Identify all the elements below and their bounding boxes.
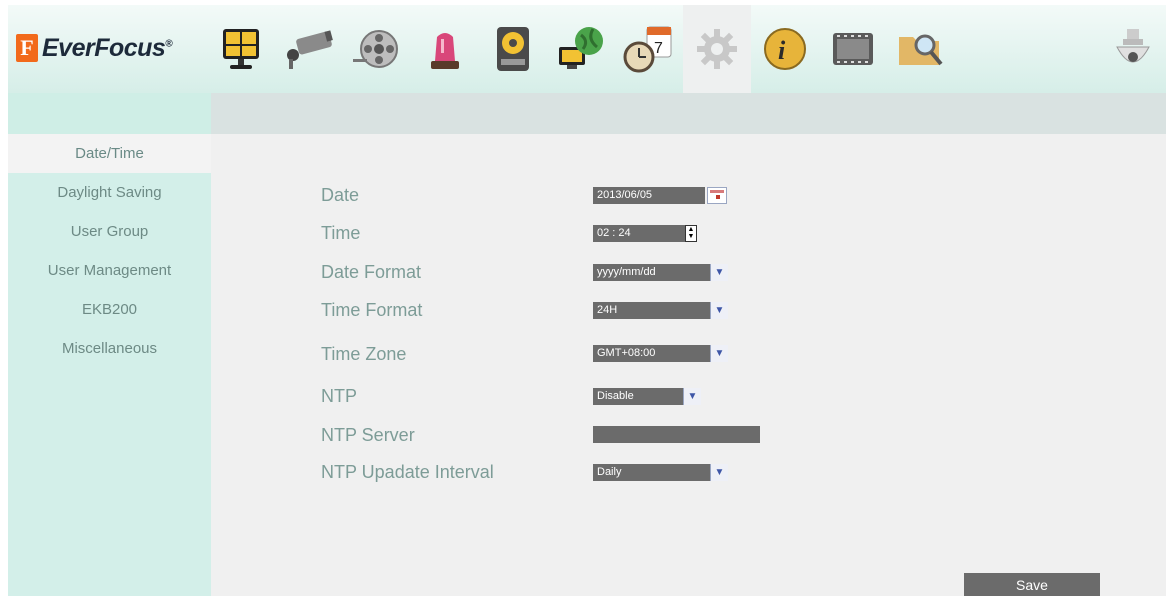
time-label: Time (321, 223, 361, 243)
calendar-icon[interactable] (707, 187, 727, 204)
registered-mark: ® (165, 38, 173, 50)
alarm-light-icon[interactable] (411, 5, 479, 93)
chevron-down-icon[interactable]: ▼ (710, 464, 728, 481)
time-zone-label: Time Zone (321, 344, 407, 364)
logo-text: EverFocus® (42, 33, 173, 63)
top-toolbar: F EverFocus® 7 i (8, 5, 1166, 94)
date-format-label: Date Format (321, 262, 422, 282)
chevron-down-icon[interactable]: ▼ (710, 302, 728, 319)
sidebar-item-miscellaneous[interactable]: Miscellaneous (8, 329, 211, 368)
film-reel-icon[interactable] (343, 5, 411, 93)
logo-mark: F (16, 34, 38, 62)
save-button[interactable]: Save (964, 573, 1100, 596)
time-spinner-icon[interactable]: ▲ ▼ (685, 225, 697, 242)
camera-icon[interactable] (275, 5, 343, 93)
sidebar-item-ekb200[interactable]: EKB200 (8, 290, 211, 329)
sub-header-bar (8, 93, 1166, 134)
svg-text:7: 7 (654, 40, 663, 57)
network-globe-icon[interactable] (547, 5, 615, 93)
ntp-value: Disable (597, 390, 634, 402)
chevron-down-icon[interactable]: ▼ (710, 264, 728, 281)
info-icon[interactable]: i (751, 5, 819, 93)
settings-sidebar: Date/Time Daylight Saving User Group Use… (8, 134, 211, 596)
search-folder-icon[interactable] (887, 5, 955, 93)
date-time-panel: Date 2013/06/05 Time 02 : 24 ▲ ▼ Date For… (211, 134, 1166, 596)
everfocus-logo: F EverFocus® (16, 28, 173, 68)
sidebar-item-daylight-saving[interactable]: Daylight Saving (8, 173, 211, 212)
time-input[interactable]: 02 : 24 (593, 225, 685, 242)
ntp-label: NTP (321, 386, 357, 406)
brand-name: EverFocus (42, 33, 166, 62)
date-input[interactable]: 2013/06/05 (593, 187, 705, 204)
settings-gear-icon[interactable] (683, 5, 751, 93)
ntp-interval-label: NTP Upadate Interval (321, 462, 494, 482)
date-label: Date (321, 185, 360, 205)
monitor-layout-icon[interactable] (207, 5, 275, 93)
chevron-down-icon[interactable]: ▼ (683, 388, 701, 405)
time-zone-select[interactable]: GMT+08:00 ▼ (593, 345, 728, 362)
sidebar-item-date-time[interactable]: Date/Time (8, 134, 211, 173)
ntp-select[interactable]: Disable ▼ (593, 388, 701, 405)
ntp-interval-select[interactable]: Daily ▼ (593, 464, 728, 481)
hard-disk-icon[interactable] (479, 5, 547, 93)
ntp-interval-value: Daily (597, 466, 622, 478)
date-format-value: yyyy/mm/dd (597, 266, 656, 278)
date-format-select[interactable]: yyyy/mm/dd ▼ (593, 264, 728, 281)
time-zone-value: GMT+08:00 (597, 347, 656, 359)
svg-text:i: i (778, 36, 786, 65)
ntp-server-input[interactable] (593, 426, 760, 443)
app-frame: F EverFocus® 7 i Date/Time Daylight Savi… (8, 5, 1166, 596)
ntp-server-label: NTP Server (321, 425, 415, 445)
sub-header-left (8, 93, 211, 134)
sidebar-item-user-management[interactable]: User Management (8, 251, 211, 290)
time-format-value: 24H (597, 304, 618, 316)
dome-camera-icon[interactable] (955, 5, 1165, 93)
time-format-label: Time Format (321, 300, 423, 320)
sidebar-item-user-group[interactable]: User Group (8, 212, 211, 251)
chevron-down-icon[interactable]: ▼ (710, 345, 728, 362)
time-format-select[interactable]: 24H ▼ (593, 302, 728, 319)
schedule-clock-icon[interactable]: 7 (615, 5, 683, 93)
video-strip-icon[interactable] (819, 5, 887, 93)
